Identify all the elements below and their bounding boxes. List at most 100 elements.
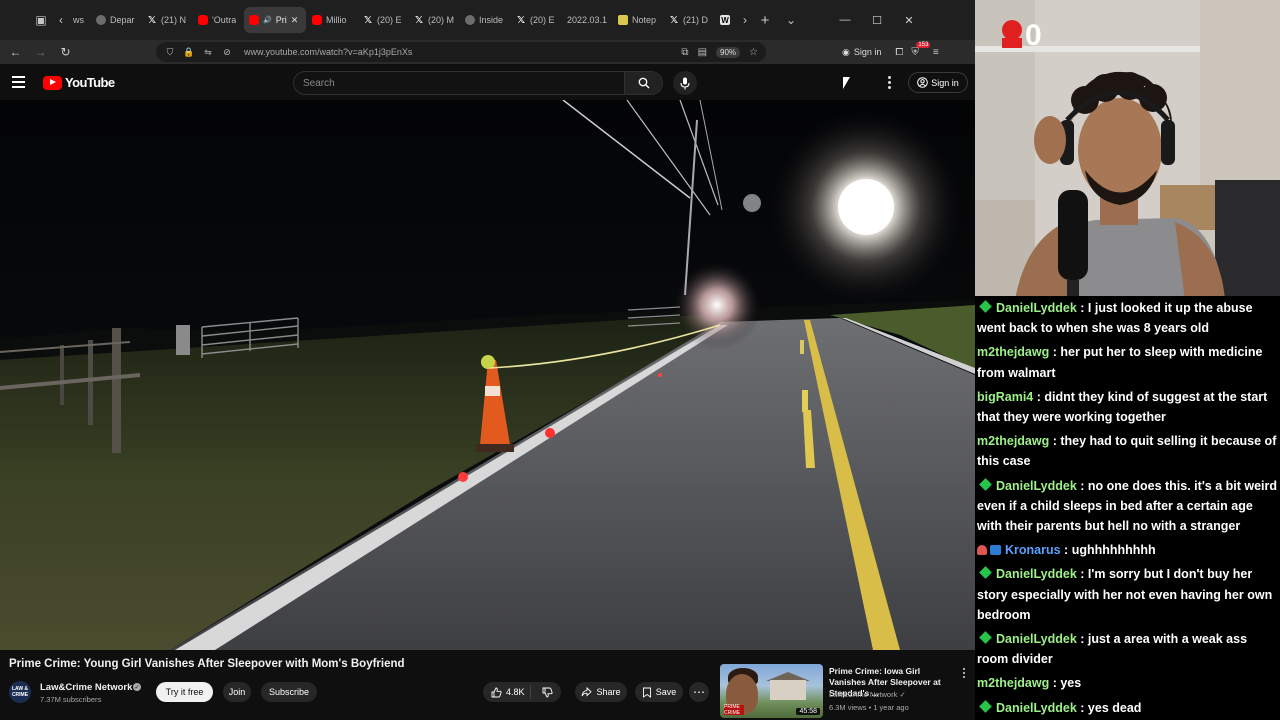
account-icon: ◉ (842, 46, 850, 57)
guide-menu-icon[interactable] (12, 73, 28, 91)
video-player[interactable] (0, 100, 975, 650)
tracking-shield-icon[interactable]: ⛉ (162, 44, 178, 60)
browser-tab[interactable]: 𝕏 (20) E (358, 7, 408, 33)
app-menu-icon[interactable]: ≡ (933, 47, 939, 58)
chat-username[interactable]: bigRami4 (977, 390, 1033, 404)
browser-tab[interactable]: 𝕏 (20) M (409, 7, 459, 33)
chat-username[interactable]: DanielLyddek (996, 632, 1077, 646)
browser-tab[interactable]: 𝕏 (21) D (664, 7, 714, 33)
tab-scroll-right-icon[interactable]: › (738, 0, 752, 40)
chat-username[interactable]: m2thejdawg (977, 345, 1049, 359)
browser-tab[interactable]: 2022.03.1 (562, 7, 612, 33)
site-permissions-icon[interactable]: ⇋ (200, 44, 216, 60)
channel-avatar[interactable]: LAW & CRIME (9, 681, 31, 703)
tab-list-chevron-icon[interactable]: ⌄ (778, 0, 804, 40)
picture-in-picture-icon[interactable]: ⧉ (681, 47, 688, 58)
chat-username[interactable]: m2thejdawg (977, 676, 1049, 690)
close-window-icon[interactable]: ✕ (893, 0, 925, 40)
recommended-more-icon[interactable] (960, 666, 968, 680)
youtube-header: YouTube Sign in (0, 64, 975, 100)
extensions-icon[interactable]: ⧠ (895, 47, 903, 58)
webcam-scene: 0 (975, 0, 1280, 300)
subscribe-button[interactable]: Subscribe (261, 682, 317, 702)
channel-name[interactable]: Law&Crime Network (40, 682, 132, 693)
thumbs-down-icon (542, 687, 553, 697)
close-tab-icon[interactable]: ✕ (291, 15, 299, 26)
address-bar-row: ← → ↻ ⛉ 🔒 ⇋ ⊘ www.youtube.com/watch?v=aK… (0, 40, 975, 64)
w-favicon: W (720, 15, 730, 25)
maximize-icon[interactable]: ☐ (861, 0, 893, 40)
speaker-icon[interactable]: 🔊 (263, 16, 272, 24)
youtube-logo[interactable]: YouTube (43, 75, 115, 90)
minimize-icon[interactable]: — (829, 0, 861, 40)
browser-tab[interactable]: Inside (460, 7, 510, 33)
recommended-video[interactable]: PRIME CRIME 45:58 Prime Crime: Iowa Girl… (720, 664, 970, 720)
browser-tab[interactable]: 'Outra (193, 7, 243, 33)
back-arrow-icon[interactable]: ← (3, 40, 28, 64)
browser-tab[interactable]: 𝕏 (21) N (142, 7, 192, 33)
chat-text: yes (1060, 676, 1082, 691)
chat-message: DanielLyddek : just a area with a weak a… (977, 629, 1280, 670)
url-field[interactable]: ⛉ 🔒 ⇋ ⊘ www.youtube.com/watch?v=aKp1j3pE… (156, 42, 766, 62)
youtube-signin-button[interactable]: Sign in (908, 72, 968, 93)
search-button[interactable] (624, 72, 662, 94)
new-tab-icon[interactable]: + (752, 0, 778, 40)
ublock-extension-icon[interactable]: ⛨ 153 (911, 41, 931, 58)
browser-tab-label: 2022.03.1 (567, 15, 607, 25)
channel-action-row: LAW & CRIME Law&Crime Network ✓ 7.37M su… (9, 680, 709, 704)
tier-badge-icon (990, 545, 1001, 556)
browser-tab[interactable]: Notep (613, 7, 663, 33)
more-actions-icon[interactable]: ⋯ (689, 682, 709, 702)
browser-tab[interactable]: W (715, 7, 737, 33)
extension-badge-count: 153 (916, 41, 931, 48)
browser-tab[interactable]: ws (68, 7, 90, 33)
chat-username[interactable]: Kronarus (1005, 543, 1061, 557)
tab-actions-icon[interactable]: ▣ (28, 0, 54, 40)
chat-message: bigRami4 : didnt they kind of suggest at… (977, 387, 1280, 428)
browser-signin-button[interactable]: ◉ Sign in (842, 47, 881, 58)
chat-username[interactable]: m2thejdawg (977, 434, 1049, 448)
chat-message: Kronarus : ughhhhhhhhh (977, 540, 1280, 560)
share-label: Share (596, 687, 621, 697)
chat-username[interactable]: DanielLyddek (996, 567, 1077, 581)
recommended-thumbnail[interactable]: PRIME CRIME 45:58 (720, 664, 823, 718)
recommended-channel[interactable]: Law&Crime Network ✓ (829, 690, 906, 699)
chat-username[interactable]: DanielLyddek (996, 701, 1077, 715)
browser-tab-label: (20) E (530, 15, 555, 25)
lock-icon[interactable]: 🔒 (181, 44, 197, 60)
bookmark-star-icon[interactable]: ☆ (749, 47, 758, 58)
reader-view-icon[interactable]: ▤ (698, 47, 707, 58)
browser-signin-label: Sign in (853, 47, 882, 57)
generic-favicon (96, 15, 106, 25)
voice-search-button[interactable] (673, 71, 697, 95)
chat-separator: : (1049, 345, 1061, 360)
chat-message: DanielLyddek : yes dead (977, 698, 1280, 718)
video-frame-night-road (0, 100, 975, 650)
chat-separator: : (1076, 301, 1088, 315)
like-button[interactable]: 4.8K (483, 685, 531, 699)
reload-icon[interactable]: ↻ (53, 40, 78, 64)
browser-tab[interactable]: Depar (91, 7, 141, 33)
recommended-duration: 45:58 (796, 708, 820, 715)
chat-username[interactable]: DanielLyddek (996, 479, 1077, 493)
forward-arrow-icon[interactable]: → (28, 40, 53, 64)
save-playlist-icon (642, 687, 651, 698)
browser-tab[interactable]: 🔊 Pri ✕ (244, 7, 306, 33)
browser-tab[interactable]: Millio (307, 7, 357, 33)
settings-more-icon[interactable] (880, 73, 898, 91)
chat-message: DanielLyddek : no one does this. it's a … (977, 476, 1280, 537)
url-text[interactable]: www.youtube.com/watch?v=aKp1j3pEnXs (244, 47, 412, 57)
browser-tab-label: (20) E (377, 15, 402, 25)
dislike-button[interactable] (535, 687, 561, 698)
zoom-level[interactable]: 90% (716, 46, 741, 58)
share-button[interactable]: Share (575, 682, 627, 702)
try-it-free-button[interactable]: Try it free (156, 682, 213, 702)
prime-crime-badge: PRIME CRIME (724, 704, 744, 716)
join-button[interactable]: Join (223, 682, 251, 702)
chat-username[interactable]: DanielLyddek (996, 301, 1077, 315)
search-input[interactable] (294, 72, 624, 94)
blocked-icon[interactable]: ⊘ (219, 44, 235, 60)
browser-tab[interactable]: 𝕏 (20) E (511, 7, 561, 33)
save-button[interactable]: Save (635, 682, 683, 702)
tab-scroll-left-icon[interactable]: ‹ (54, 0, 68, 40)
